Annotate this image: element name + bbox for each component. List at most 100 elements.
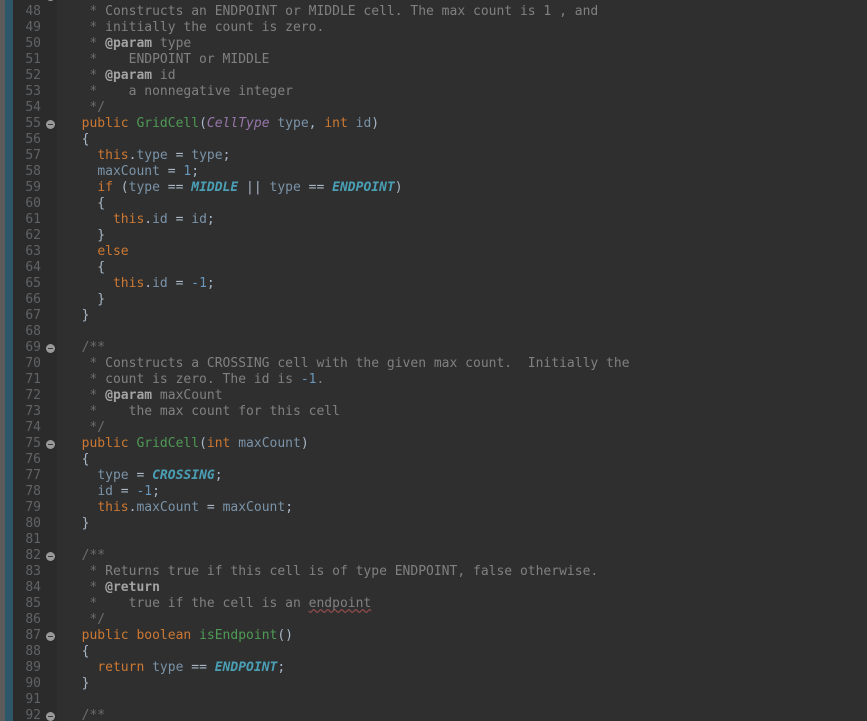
line-number[interactable]: 89 [13,660,57,676]
line-number[interactable]: 56 [13,132,57,148]
code-line[interactable]: type = CROSSING; [66,468,867,484]
line-number[interactable]: 77 [13,468,57,484]
line-number[interactable]: 63 [13,244,57,260]
code-line[interactable]: maxCount = 1; [66,164,867,180]
code-line[interactable] [66,532,867,548]
code-editor[interactable]: 4748495051525354555657585960616263646566… [0,0,867,721]
code-line[interactable]: * the max count for this cell [66,404,867,420]
line-number[interactable]: 78 [13,484,57,500]
code-line[interactable]: */ [66,100,867,116]
collapse-circle-minus-icon[interactable] [46,0,55,1]
line-number[interactable]: 92 [13,708,57,721]
code-line[interactable]: * @return [66,580,867,596]
line-number[interactable]: 50 [13,36,57,52]
code-line[interactable]: { [66,452,867,468]
code-line[interactable]: * Constructs an ENDPOINT or MIDDLE cell.… [66,4,867,20]
line-number[interactable]: 59 [13,180,57,196]
code-line[interactable]: { [66,260,867,276]
code-line[interactable]: /** [66,708,867,721]
line-number[interactable]: 84 [13,580,57,596]
line-number[interactable]: 73 [13,404,57,420]
collapse-circle-minus-icon[interactable] [46,712,55,721]
code-line[interactable]: id = -1; [66,484,867,500]
line-number[interactable]: 67 [13,308,57,324]
line-number[interactable]: 55 [13,116,57,132]
vcs-change-marker-bar[interactable] [5,0,13,721]
line-number[interactable]: 49 [13,20,57,36]
line-number[interactable]: 61 [13,212,57,228]
line-number[interactable]: 71 [13,372,57,388]
code-line[interactable]: * Constructs a CROSSING cell with the gi… [66,356,867,372]
line-number[interactable]: 60 [13,196,57,212]
code-line[interactable]: * Returns true if this cell is of type E… [66,564,867,580]
line-number[interactable]: 65 [13,276,57,292]
code-line[interactable]: if (type == MIDDLE || type == ENDPOINT) [66,180,867,196]
line-number[interactable]: 66 [13,292,57,308]
line-number-gutter[interactable]: 4748495051525354555657585960616263646566… [13,0,57,721]
code-line[interactable]: * a nonnegative integer [66,84,867,100]
line-number[interactable]: 48 [13,4,57,20]
line-number[interactable]: 75 [13,436,57,452]
collapse-circle-minus-icon[interactable] [46,632,55,641]
line-number[interactable]: 69 [13,340,57,356]
code-line[interactable]: } [66,228,867,244]
code-line[interactable]: else [66,244,867,260]
line-number[interactable]: 70 [13,356,57,372]
line-number[interactable]: 58 [13,164,57,180]
code-line[interactable]: * initially the count is zero. [66,20,867,36]
line-number[interactable]: 52 [13,68,57,84]
code-line[interactable] [66,692,867,708]
line-number[interactable]: 57 [13,148,57,164]
line-number[interactable]: 64 [13,260,57,276]
line-number[interactable]: 86 [13,612,57,628]
line-number[interactable]: 82 [13,548,57,564]
code-line[interactable]: this.id = id; [66,212,867,228]
code-line[interactable]: * count is zero. The id is -1. [66,372,867,388]
line-number[interactable]: 87 [13,628,57,644]
code-line[interactable]: } [66,676,867,692]
line-number[interactable]: 91 [13,692,57,708]
line-number[interactable]: 51 [13,52,57,68]
line-number[interactable]: 76 [13,452,57,468]
line-number[interactable]: 83 [13,564,57,580]
code-line[interactable]: return type == ENDPOINT; [66,660,867,676]
collapse-circle-minus-icon[interactable] [46,552,55,561]
collapse-circle-minus-icon[interactable] [46,120,55,129]
line-number[interactable]: 74 [13,420,57,436]
code-line[interactable]: } [66,292,867,308]
code-line[interactable]: this.type = type; [66,148,867,164]
code-line[interactable]: this.id = -1; [66,276,867,292]
code-line[interactable]: { [66,132,867,148]
code-line[interactable]: * @param maxCount [66,388,867,404]
line-number[interactable]: 90 [13,676,57,692]
line-number[interactable]: 68 [13,324,57,340]
code-line[interactable]: /** [66,340,867,356]
line-number[interactable]: 72 [13,388,57,404]
line-number[interactable]: 81 [13,532,57,548]
code-line[interactable]: * true if the cell is an endpoint [66,596,867,612]
line-number[interactable]: 62 [13,228,57,244]
code-line[interactable]: public boolean isEndpoint() [66,628,867,644]
code-line[interactable]: public GridCell(CellType type, int id) [66,116,867,132]
line-number[interactable]: 54 [13,100,57,116]
line-number[interactable]: 53 [13,84,57,100]
code-line[interactable]: this.maxCount = maxCount; [66,500,867,516]
code-line[interactable]: /** [66,548,867,564]
code-content-area[interactable]: /** * Constructs an ENDPOINT or MIDDLE c… [57,0,867,721]
line-number[interactable]: 79 [13,500,57,516]
code-line[interactable]: * @param type [66,36,867,52]
code-line[interactable]: } [66,308,867,324]
code-line[interactable]: public GridCell(int maxCount) [66,436,867,452]
code-line[interactable]: * @param id [66,68,867,84]
line-number[interactable]: 88 [13,644,57,660]
collapse-circle-minus-icon[interactable] [46,344,55,353]
code-line[interactable] [66,324,867,340]
code-line[interactable]: * ENDPOINT or MIDDLE [66,52,867,68]
code-line[interactable]: } [66,516,867,532]
code-line[interactable]: { [66,644,867,660]
code-line[interactable]: */ [66,420,867,436]
code-line[interactable]: */ [66,612,867,628]
line-number[interactable]: 80 [13,516,57,532]
line-number[interactable]: 85 [13,596,57,612]
collapse-circle-minus-icon[interactable] [46,440,55,449]
